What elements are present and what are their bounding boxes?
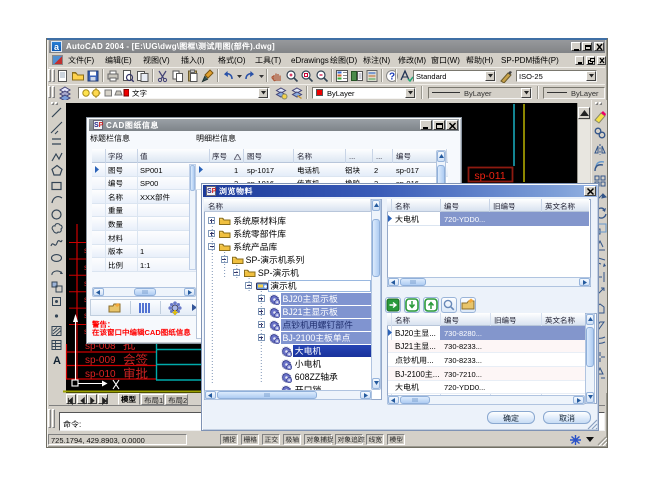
svg-text:sp-010: sp-010 [85, 369, 116, 380]
svg-text:A: A [53, 355, 61, 367]
svg-text:审批: 审批 [123, 363, 149, 382]
svg-text:sp-011: sp-011 [474, 170, 505, 182]
svg-text:sp-009: sp-009 [85, 355, 116, 366]
